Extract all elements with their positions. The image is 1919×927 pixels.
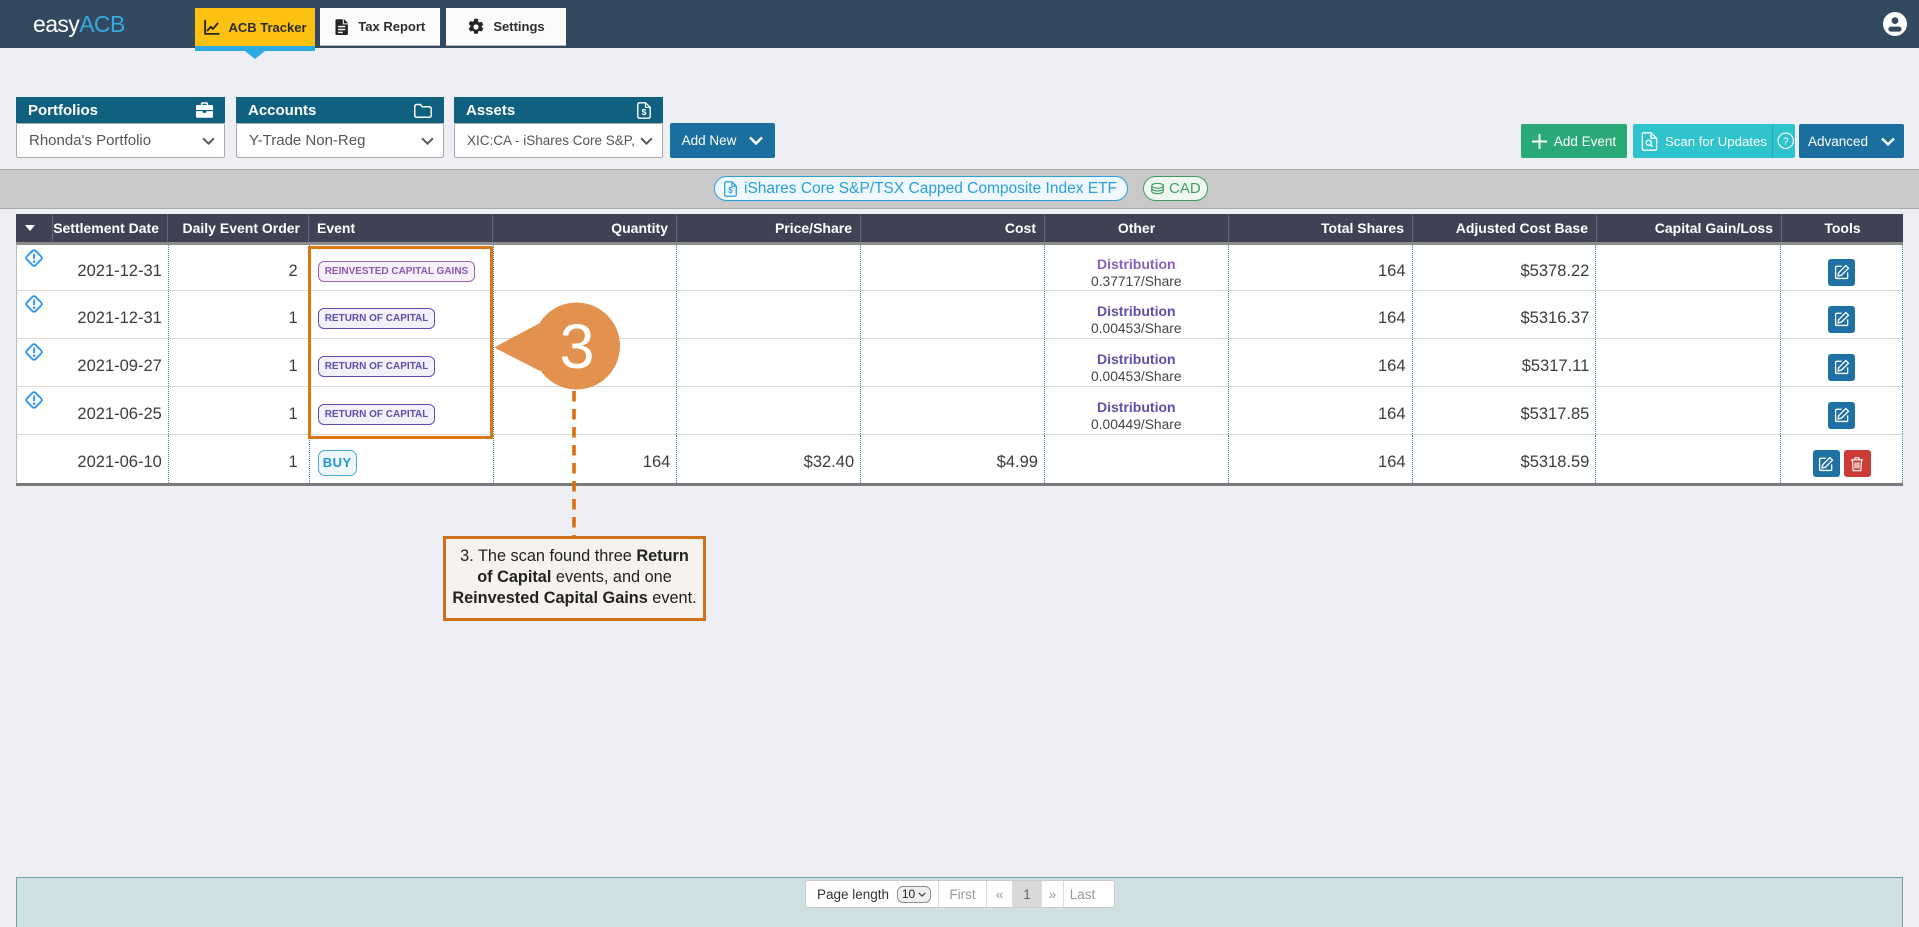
svg-text:3: 3 [559, 312, 594, 382]
svg-text:$: $ [728, 185, 733, 194]
svg-text:$: $ [642, 106, 647, 116]
svg-text:?: ? [1783, 137, 1789, 148]
